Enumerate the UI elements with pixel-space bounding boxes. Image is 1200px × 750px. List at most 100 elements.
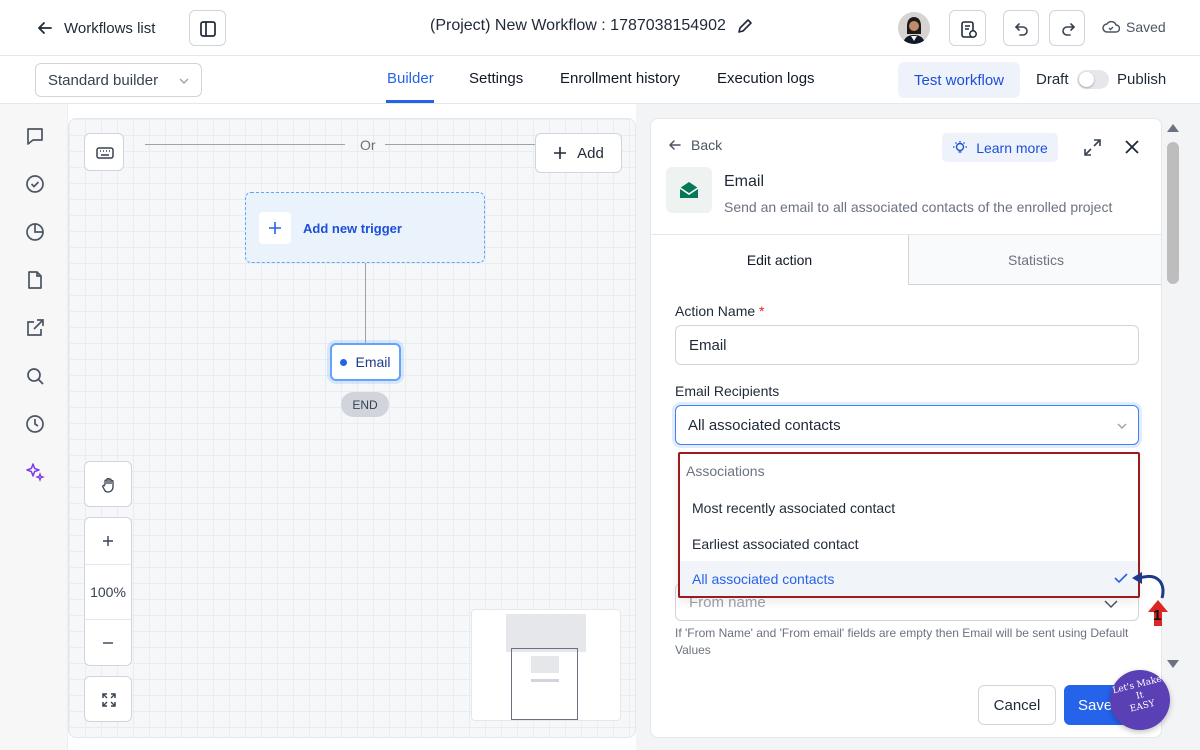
dropdown-option-label: All associated contacts [692,570,835,587]
close-icon[interactable] [1123,138,1141,156]
sparkles-icon[interactable] [24,461,46,483]
end-label: END [352,397,378,412]
email-action-node[interactable]: Email [330,343,401,381]
keyboard-icon [95,144,115,162]
hand-icon [100,476,118,494]
save-label: Save [1078,696,1113,714]
avatar-portrait-icon [898,12,930,44]
external-link-icon[interactable] [24,317,46,339]
dropdown-option-earliest[interactable]: Earliest associated contact [680,526,1138,562]
tab-statistics-label: Statistics [1007,251,1064,268]
back-to-workflows-button[interactable]: Workflows list [36,16,155,40]
clipboard-gear-icon [959,20,978,39]
zoom-controls: 100% [84,517,132,666]
workflow-title[interactable]: (Project) New Workflow : 1787038154902 [430,17,753,35]
pan-hand-button[interactable] [84,461,132,507]
plus-icon [103,536,113,546]
cloud-check-icon [1102,19,1120,35]
keyboard-shortcuts-button[interactable] [84,133,124,171]
check-circle-icon[interactable] [24,173,46,195]
dropdown-option-label: Earliest associated contact [692,536,859,552]
add-trigger-type-button[interactable]: Add [535,133,622,173]
action-name-label: Action Name * [675,303,765,319]
search-icon[interactable] [24,365,46,387]
tab-builder[interactable]: Builder [387,70,434,87]
tab-builder-underline [386,100,434,103]
add-new-trigger-node[interactable]: Add new trigger [245,192,485,263]
badge-text: Let's Make It EASY [1107,673,1173,720]
builder-type-select[interactable]: Standard builder [35,63,202,97]
expand-icon[interactable] [1083,138,1102,157]
minus-icon [103,642,113,644]
tab-edit-action-label: Edit action [746,252,813,268]
saved-status-label: Saved [1126,19,1166,35]
pencil-icon[interactable] [736,18,753,35]
email-open-icon [679,182,699,198]
top-bar: Workflows list (Project) New Workflow : … [0,0,1200,56]
redo-button[interactable] [1049,10,1085,46]
email-recipients-select[interactable]: All associated contacts [675,405,1139,445]
user-avatar[interactable] [898,12,930,44]
action-name-label-text: Action Name [675,303,756,319]
tab-statistics[interactable]: Statistics [908,235,1161,285]
recipients-dropdown-menu: Associations Most recently associated co… [678,452,1140,598]
scrollbar-thumb[interactable] [1167,142,1179,284]
test-workflow-label: Test workflow [913,71,1005,89]
email-recipients-label: Email Recipients [675,383,780,399]
minimap[interactable] [471,609,621,721]
test-report-button[interactable] [949,10,986,46]
action-title: Email [724,173,765,190]
cancel-button[interactable]: Cancel [978,685,1056,725]
help-text: If 'From Name' and 'From email' fields a… [675,626,1129,657]
zoom-in-button[interactable] [85,518,131,564]
email-node-label: Email [355,354,391,370]
chevron-down-icon [1117,423,1127,429]
publish-toggle-knob [1079,72,1094,87]
tab-settings[interactable]: Settings [469,70,523,87]
workflow-canvas[interactable]: Or Add Add new trigger Email END 100% [68,118,636,738]
fit-view-button[interactable] [84,676,132,722]
email-recipients-value: All associated contacts [688,416,841,434]
scroll-up-arrow-icon[interactable] [1166,122,1180,134]
learn-more-button[interactable]: Learn more [942,133,1058,162]
arrow-left-icon [668,140,681,150]
end-node: END [341,392,389,417]
minimap-trigger [506,614,586,652]
publish-toggle[interactable] [1077,70,1109,89]
add-label: Add [577,144,604,162]
chat-icon[interactable] [24,125,46,147]
add-trigger-label: Add new trigger [303,221,402,236]
pie-chart-icon[interactable] [24,221,46,243]
plus-icon [269,222,281,234]
step-number: 1 [1153,607,1162,624]
checkmark-icon [1114,573,1128,584]
left-rail [0,104,68,750]
history-clock-icon[interactable] [24,413,46,435]
lets-make-it-easy-badge: Let's Make It EASY [1110,670,1170,730]
action-name-input[interactable]: Email [675,325,1139,365]
test-workflow-button[interactable]: Test workflow [898,62,1020,98]
dropdown-option-all-contacts[interactable]: All associated contacts [680,561,1138,596]
tab-enrollment-history[interactable]: Enrollment history [560,70,680,87]
or-divider-right [385,144,535,145]
action-settings-panel: Back Learn more Email Send an email to a… [650,118,1162,738]
action-name-value: Email [689,336,727,354]
document-icon[interactable] [24,269,46,291]
undo-button[interactable] [1003,10,1039,46]
publish-label: Publish [1117,71,1167,88]
lightbulb-icon [953,140,968,153]
zoom-out-button[interactable] [85,620,131,666]
saved-status: Saved [1102,19,1166,35]
connector-line [365,263,366,343]
tab-edit-action[interactable]: Edit action [651,235,908,285]
dropdown-option-most-recent[interactable]: Most recently associated contact [680,490,1138,526]
toggle-sidebar-button[interactable] [189,10,226,46]
dropdown-option-label: Most recently associated contact [692,500,896,516]
builder-type-value: Standard builder [48,71,159,89]
tab-execution-logs[interactable]: Execution logs [717,70,815,87]
panel-back-button[interactable]: Back [668,137,722,153]
undo-icon [1013,20,1031,38]
action-description: Send an email to all associated contacts… [724,199,1113,215]
scroll-down-arrow-icon[interactable] [1166,658,1180,670]
zoom-divider-1 [85,564,131,565]
